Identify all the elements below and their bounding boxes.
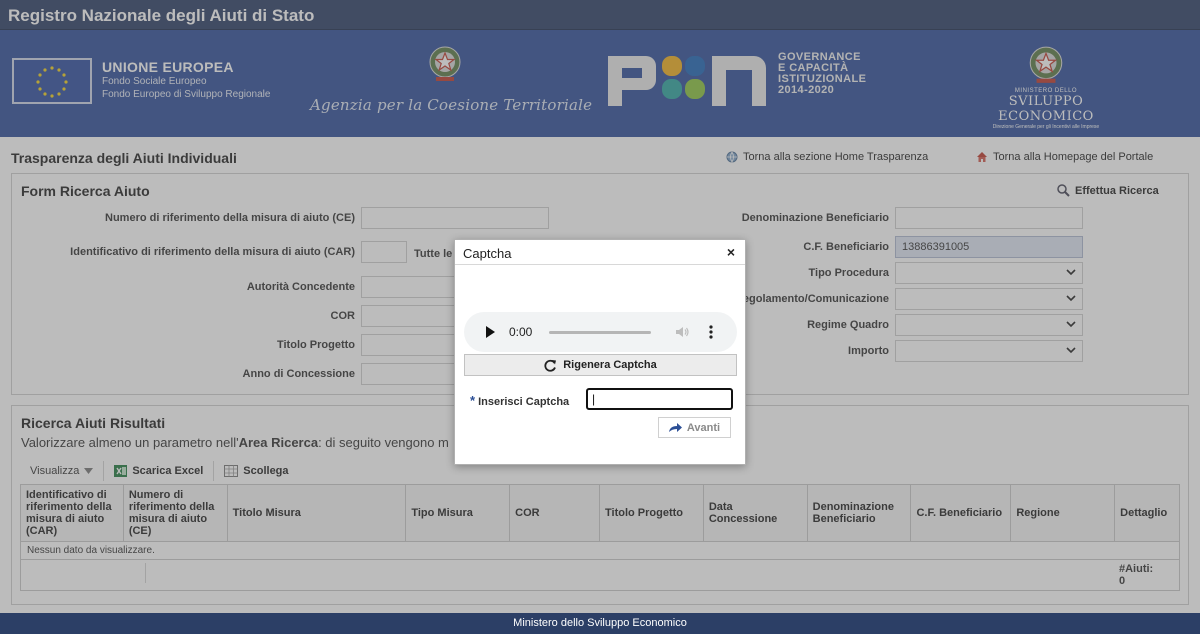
refresh-icon (544, 359, 557, 372)
audio-time: 0:00 (509, 325, 533, 339)
rigenera-captcha-label: Rigenera Captcha (563, 359, 657, 371)
captcha-input-label: * Inserisci Captcha (470, 393, 569, 408)
dialog-title: Captcha (463, 246, 512, 261)
volume-icon[interactable] (674, 324, 690, 340)
required-marker: * (470, 393, 476, 408)
play-icon[interactable] (486, 326, 495, 338)
close-icon[interactable]: × (727, 244, 735, 260)
captcha-label-text: Inserisci Captcha (478, 396, 570, 408)
captcha-audio-player: 0:00 (464, 312, 737, 352)
avanti-button[interactable]: Avanti (658, 417, 731, 438)
dialog-header: Captcha × (455, 240, 745, 265)
avanti-label: Avanti (686, 421, 721, 434)
forward-arrow-icon (668, 423, 682, 432)
captcha-input[interactable]: | (586, 388, 733, 410)
page-footer: Ministero dello Sviluppo Economico (0, 613, 1200, 634)
captcha-dialog: Captcha × 0:00 Rigenera Captcha * Inseris… (454, 239, 746, 465)
audio-progress-track[interactable] (549, 331, 651, 334)
more-options-icon[interactable] (709, 325, 713, 339)
rigenera-captcha-button[interactable]: Rigenera Captcha (464, 354, 737, 376)
